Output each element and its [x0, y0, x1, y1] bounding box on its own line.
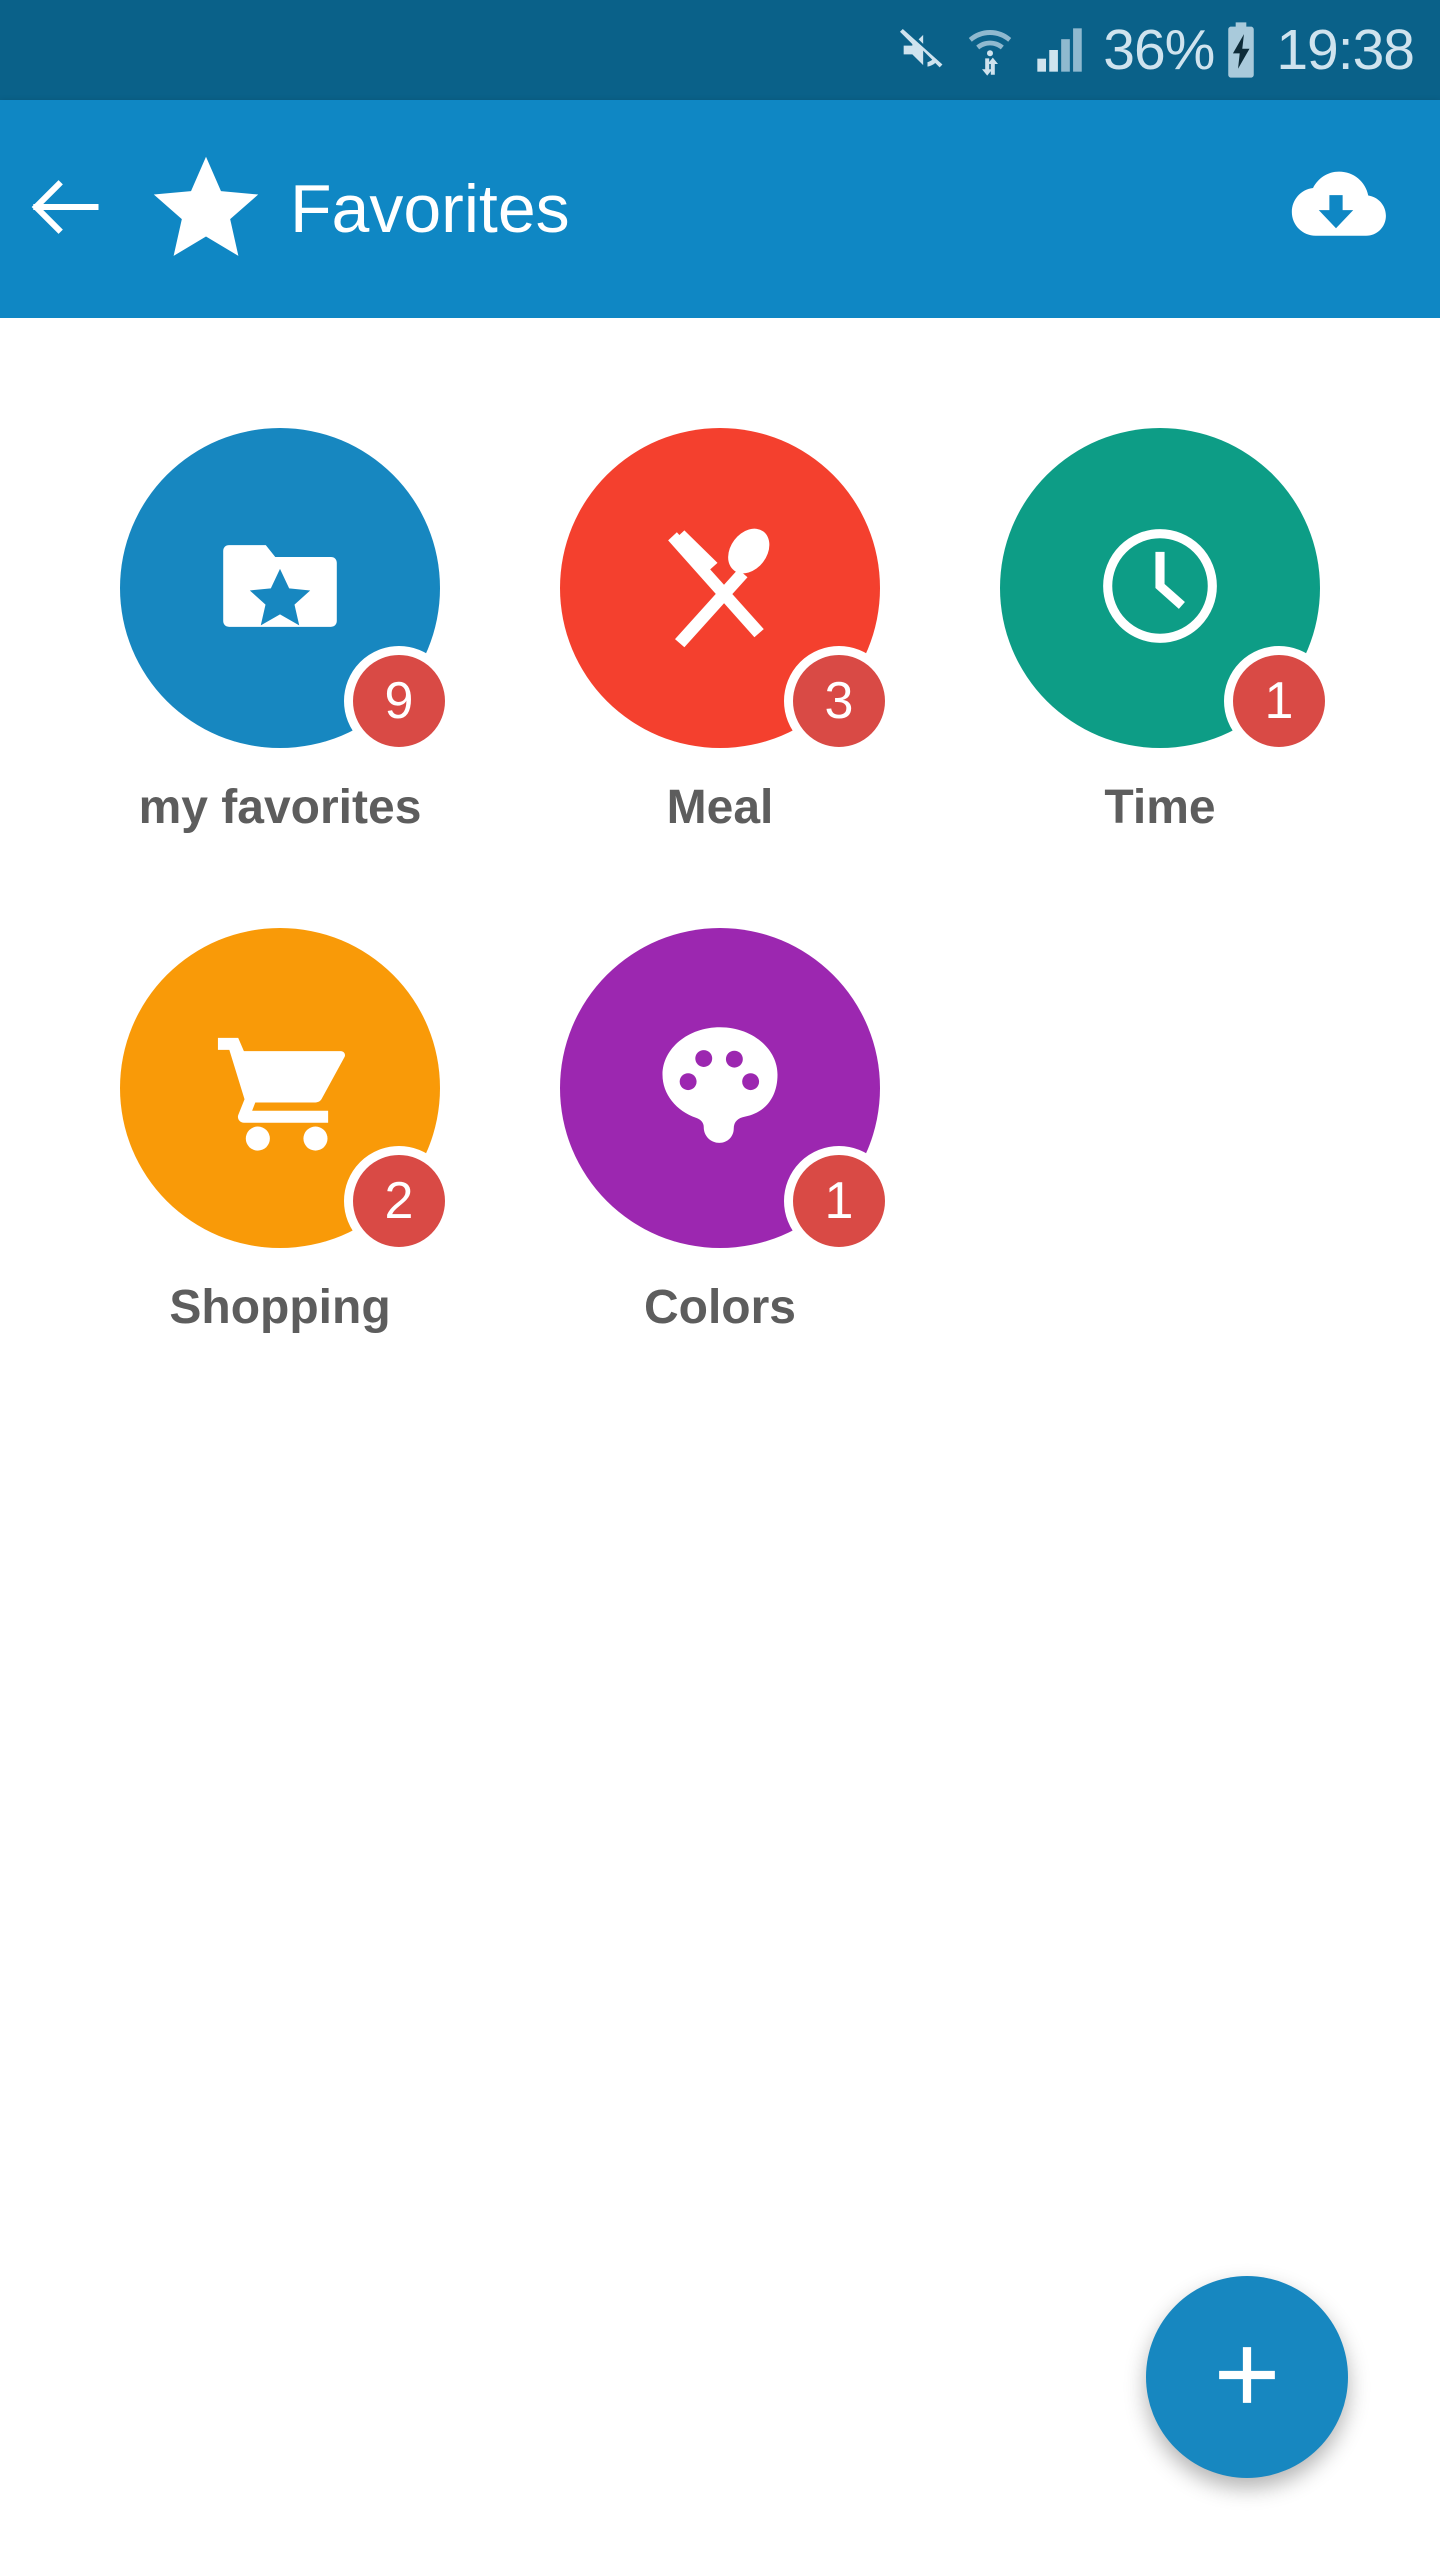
palette-icon [645, 1011, 795, 1166]
add-button[interactable] [1146, 2276, 1348, 2478]
app-bar: Favorites [0, 100, 1440, 318]
cellular-signal-icon [1033, 24, 1085, 76]
clock-icon [1087, 513, 1233, 664]
download-button[interactable] [1276, 149, 1396, 269]
tile-label: Colors [643, 1281, 796, 1334]
cutlery-icon [645, 511, 795, 666]
arrow-left-icon [22, 164, 108, 255]
tile-label: Time [1104, 781, 1216, 834]
cloud-download-icon [1283, 154, 1389, 265]
badge-count: 3 [784, 646, 894, 756]
star-icon [148, 151, 264, 267]
battery-charging-icon [1224, 22, 1258, 78]
badge-count: 1 [1224, 646, 1334, 756]
grid-item-my-favorites[interactable]: 9 my favorites [60, 428, 500, 832]
tile-label: Shopping [169, 1281, 391, 1334]
mute-icon [895, 24, 947, 76]
grid-item-colors[interactable]: 1 Colors [500, 928, 940, 1332]
tile[interactable]: 9 [120, 428, 454, 756]
badge-count: 9 [344, 646, 454, 756]
tile[interactable]: 1 [1000, 428, 1334, 756]
status-bar[interactable]: 36% 19:38 [0, 0, 1440, 100]
grid-item-meal[interactable]: 3 Meal [500, 428, 940, 832]
back-button[interactable] [0, 100, 130, 318]
tile-label: Meal [666, 781, 774, 834]
tile[interactable]: 2 [120, 928, 454, 1256]
plus-icon [1209, 2337, 1285, 2418]
grid-item-time[interactable]: 1 Time [940, 428, 1380, 832]
favorites-grid: 9 my favorites 3 Meal 1 Time 2 Shopping … [0, 428, 1440, 1332]
battery-percent-label: 36% [1103, 17, 1215, 82]
folder-star-icon [209, 515, 351, 662]
shopping-cart-icon [204, 1010, 356, 1167]
tile-label: my favorites [138, 781, 422, 834]
grid-item-shopping[interactable]: 2 Shopping [60, 928, 500, 1332]
tile[interactable]: 3 [560, 428, 894, 756]
content-area: 9 my favorites 3 Meal 1 Time 2 Shopping … [0, 318, 1440, 2560]
status-clock: 19:38 [1276, 17, 1415, 82]
page-title: Favorites [290, 171, 570, 247]
tile[interactable]: 1 [560, 928, 894, 1256]
badge-count: 2 [344, 1146, 454, 1256]
wifi-transfer-icon [965, 24, 1015, 76]
badge-count: 1 [784, 1146, 894, 1256]
